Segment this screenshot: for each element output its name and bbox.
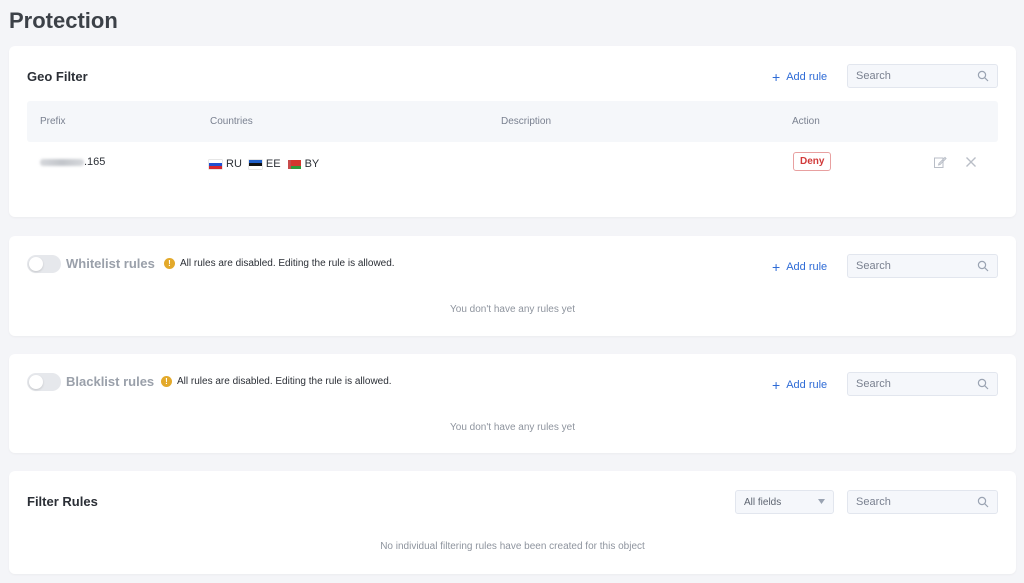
column-header-prefix: Prefix [40,116,66,127]
search-icon[interactable] [977,70,989,82]
geo-filter-table-header: Prefix Countries Description Action [27,101,998,142]
plus-icon: + [772,259,781,275]
country-code: EE [265,158,281,170]
blacklist-notice: ! All rules are disabled. Editing the ru… [161,376,392,387]
whitelist-search [847,254,998,278]
add-rule-label: Add rule [786,261,828,273]
country-ee: EE [248,158,281,170]
whitelist-card: Whitelist rules ! All rules are disabled… [9,236,1016,336]
column-header-description: Description [501,116,552,127]
blacklist-search-input[interactable] [848,373,968,395]
whitelist-notice: ! All rules are disabled. Editing the ru… [164,258,395,269]
whitelist-title: Whitelist rules [66,256,155,271]
whitelist-search-input[interactable] [848,255,968,277]
whitelist-toggle[interactable] [27,255,61,273]
filter-rules-card: Filter Rules All fields No individual fi… [9,471,1016,574]
geo-filter-title: Geo Filter [27,69,88,84]
delete-icon[interactable] [964,155,978,169]
field-select[interactable]: All fields [735,490,834,514]
country-by: BY [287,158,320,170]
action-badge-deny: Deny [793,152,832,171]
info-icon: ! [161,376,172,387]
prefix-cell: .165 [40,156,105,168]
country-code: RU [226,158,242,170]
blacklist-search [847,372,998,396]
geo-filter-search [847,64,998,88]
filter-rules-title: Filter Rules [27,494,98,509]
plus-icon: + [772,377,781,393]
filter-rules-search-input[interactable] [848,491,968,513]
redacted-prefix [40,158,84,166]
estonia-flag-icon [248,159,262,169]
belarus-flag-icon [287,159,301,169]
geo-filter-card: Geo Filter + Add rule Prefix Countries D… [9,46,1016,217]
blacklist-empty-message: You don't have any rules yet [450,422,575,433]
blacklist-card: Blacklist rules ! All rules are disabled… [9,354,1016,453]
geo-filter-add-rule-button[interactable]: + Add rule [772,70,827,84]
field-select-value: All fields [744,497,782,508]
search-icon[interactable] [977,378,989,390]
notice-text: All rules are disabled. Editing the rule… [177,376,392,387]
filter-rules-search [847,490,998,514]
add-rule-label: Add rule [786,379,828,391]
filter-rules-empty-message: No individual filtering rules have been … [380,541,645,552]
blacklist-add-rule-button[interactable]: + Add rule [772,378,827,392]
edit-icon[interactable] [933,155,947,169]
search-icon[interactable] [977,496,989,508]
column-header-action: Action [792,116,820,127]
whitelist-add-rule-button[interactable]: + Add rule [772,260,827,274]
blacklist-title: Blacklist rules [66,374,155,389]
info-icon: ! [164,258,175,269]
countries-cell: RU EE BY [209,158,326,170]
geo-filter-search-input[interactable] [848,65,968,87]
whitelist-empty-message: You don't have any rules yet [450,304,575,315]
add-rule-label: Add rule [786,71,828,83]
russia-flag-icon [209,159,222,169]
country-ru: RU [209,158,242,170]
search-icon[interactable] [977,260,989,272]
notice-text: All rules are disabled. Editing the rule… [180,258,395,269]
country-code: BY [304,158,320,170]
blacklist-toggle[interactable] [27,373,61,391]
page-title: Protection [9,8,118,33]
prefix-suffix: .165 [84,156,106,168]
column-header-countries: Countries [210,116,253,127]
chevron-down-icon [818,499,825,504]
plus-icon: + [772,69,781,85]
